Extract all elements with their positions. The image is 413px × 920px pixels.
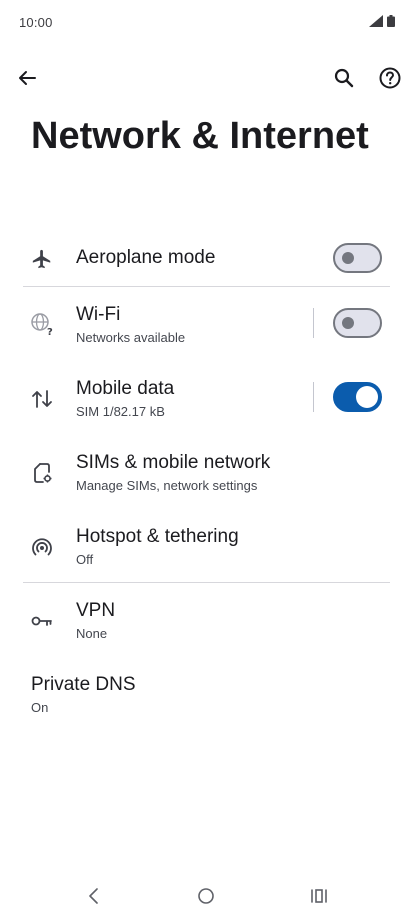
vpn-subtitle: None xyxy=(76,626,108,641)
mobile-data-row[interactable]: Mobile data SIM 1/82.17 kB xyxy=(0,370,413,444)
wifi-subtitle: Networks available xyxy=(76,330,186,345)
vpn-row[interactable]: VPN None xyxy=(0,592,413,666)
wifi-row[interactable]: ? Wi-Fi Networks available xyxy=(0,296,413,370)
nav-home-icon xyxy=(197,887,215,910)
vpn-key-icon xyxy=(28,607,56,635)
top-app-bar xyxy=(0,60,413,100)
separator xyxy=(313,308,314,338)
airplane-icon xyxy=(28,245,56,273)
svg-text:?: ? xyxy=(47,327,53,336)
aeroplane-mode-title: Aeroplane mode xyxy=(76,247,216,268)
status-bar: 10:00 xyxy=(0,0,413,44)
private-dns-subtitle: On xyxy=(31,700,49,715)
battery-icon xyxy=(387,14,395,32)
wifi-globe-icon: ? xyxy=(28,310,56,338)
search-icon xyxy=(334,68,354,93)
divider xyxy=(23,582,390,583)
help-button[interactable] xyxy=(372,62,408,98)
page-title: Network & Internet xyxy=(31,115,369,157)
nav-back-icon xyxy=(87,887,101,910)
nav-home-button[interactable] xyxy=(188,880,224,916)
mobile-data-toggle[interactable] xyxy=(333,382,382,412)
mobile-data-title: Mobile data xyxy=(76,378,175,399)
help-icon xyxy=(379,67,401,94)
back-button[interactable] xyxy=(9,62,45,98)
status-icons xyxy=(369,14,395,32)
status-time: 10:00 xyxy=(19,15,53,30)
private-dns-title: Private DNS xyxy=(31,674,136,695)
data-arrows-icon xyxy=(28,385,56,413)
sims-subtitle: Manage SIMs, network settings xyxy=(76,478,258,493)
aeroplane-mode-toggle[interactable] xyxy=(333,243,382,273)
wifi-toggle[interactable] xyxy=(333,308,382,338)
hotspot-subtitle: Off xyxy=(76,552,94,567)
sims-title: SIMs & mobile network xyxy=(76,452,271,473)
navigation-bar xyxy=(0,880,413,916)
hotspot-icon xyxy=(28,533,56,561)
back-arrow-icon xyxy=(17,68,37,93)
divider xyxy=(23,286,390,287)
wifi-title: Wi-Fi xyxy=(76,304,121,325)
sims-row[interactable]: SIMs & mobile network Manage SIMs, netwo… xyxy=(0,444,413,518)
hotspot-row[interactable]: Hotspot & tethering Off xyxy=(0,518,413,592)
signal-icon xyxy=(369,14,383,32)
aeroplane-mode-row[interactable]: Aeroplane mode xyxy=(0,222,413,296)
private-dns-row[interactable]: Private DNS On xyxy=(0,666,413,740)
nav-recents-icon xyxy=(310,887,328,910)
vpn-title: VPN xyxy=(76,600,116,621)
hotspot-title: Hotspot & tethering xyxy=(76,526,239,547)
sim-card-icon xyxy=(28,459,56,487)
search-button[interactable] xyxy=(326,62,362,98)
mobile-data-subtitle: SIM 1/82.17 kB xyxy=(76,404,165,419)
nav-back-button[interactable] xyxy=(76,880,112,916)
nav-recents-button[interactable] xyxy=(301,880,337,916)
separator xyxy=(313,382,314,412)
